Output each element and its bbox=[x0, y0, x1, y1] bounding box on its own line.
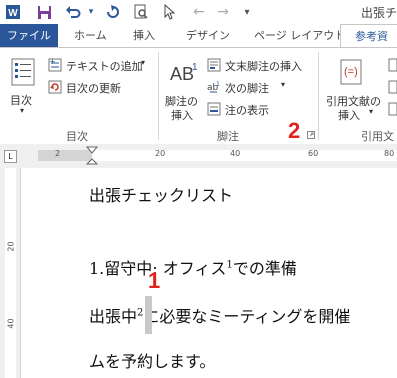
next-footnote-icon: ab 1 bbox=[207, 80, 221, 97]
pointer-mode-icon[interactable] bbox=[160, 3, 178, 21]
footnote-ab-superscript: 1 bbox=[192, 62, 198, 73]
save-icon[interactable] bbox=[35, 3, 53, 21]
table-of-contents-icon[interactable] bbox=[11, 58, 35, 89]
manage-sources-icon[interactable] bbox=[388, 58, 397, 75]
redo-icon[interactable] bbox=[104, 3, 122, 21]
svg-text:(=): (=) bbox=[344, 66, 358, 78]
add-text-dropdown-icon[interactable]: ▾ bbox=[141, 58, 145, 67]
vertical-ruler[interactable]: 20 40 bbox=[0, 168, 21, 378]
ribbon-tabs: ファイル ホーム 挿入 デザイン ページ レイアウト 参考資 bbox=[0, 24, 397, 48]
window-title: 出張チ bbox=[360, 6, 397, 20]
print-preview-icon[interactable] bbox=[132, 3, 150, 21]
insert-citation-icon[interactable]: (=) bbox=[338, 58, 366, 91]
vruler-text-area bbox=[5, 168, 16, 378]
word-app-icon: W bbox=[4, 3, 22, 21]
body-text-a: 出張中 bbox=[89, 307, 138, 326]
horizontal-ruler[interactable]: L 2 20 40 60 80 bbox=[0, 144, 397, 169]
tab-file[interactable]: ファイル bbox=[0, 24, 58, 48]
group-label-toc: 目次 bbox=[66, 130, 88, 143]
tab-references[interactable]: 参考資 bbox=[340, 24, 397, 48]
insert-footnote-line2[interactable]: 挿入 bbox=[171, 107, 193, 123]
vruler-number: 20 bbox=[6, 241, 16, 252]
ruler-number: 60 bbox=[308, 149, 319, 158]
ruler-number: 2 bbox=[55, 149, 61, 158]
vruler-number: 40 bbox=[6, 318, 16, 329]
group-label-citations: 引用文 bbox=[361, 130, 394, 143]
group-label-footnotes: 脚注 bbox=[217, 130, 239, 143]
ruler-text-area bbox=[92, 150, 397, 161]
endnote-icon bbox=[207, 58, 221, 75]
svg-text:W: W bbox=[8, 8, 18, 19]
footnote-ab-glyph: AB bbox=[170, 64, 194, 84]
insert-footnote-icon[interactable]: AB 1 bbox=[170, 60, 200, 91]
toc-dropdown-icon[interactable]: ▾ bbox=[20, 106, 24, 115]
annotation-marker-2: 2 bbox=[288, 118, 301, 143]
ruler-number: 80 bbox=[384, 149, 395, 158]
undo-dropdown-icon[interactable]: ▾ bbox=[82, 3, 100, 21]
annotation-marker-1: 1 bbox=[148, 268, 161, 293]
undo-icon[interactable] bbox=[64, 3, 82, 21]
svg-text:+: + bbox=[49, 58, 56, 66]
forward-icon[interactable]: → bbox=[214, 3, 232, 21]
insert-citation-dropdown-icon[interactable]: ▾ bbox=[369, 107, 373, 116]
tab-insert[interactable]: 挿入 bbox=[133, 24, 155, 48]
footnotes-dialog-launcher-icon[interactable] bbox=[307, 129, 315, 142]
insert-citation-line2[interactable]: 挿入 bbox=[338, 107, 360, 123]
tab-selector-icon[interactable]: L bbox=[4, 150, 17, 163]
add-text-button[interactable]: テキストの追加 bbox=[66, 58, 143, 74]
show-notes-button[interactable]: 注の表示 bbox=[225, 102, 269, 118]
first-line-indent-icon[interactable] bbox=[85, 144, 99, 157]
document-title: 出張チェックリスト bbox=[89, 186, 234, 205]
item1-tail: での準備 bbox=[232, 259, 297, 278]
next-footnote-button[interactable]: 次の脚注 bbox=[225, 80, 269, 96]
add-text-icon: + bbox=[48, 57, 62, 75]
body-paragraph-line-2: ムを予約します。 bbox=[89, 352, 216, 371]
tab-page-layout[interactable]: ページ レイアウト bbox=[254, 24, 345, 48]
bibliography-icon[interactable] bbox=[388, 102, 397, 119]
svg-text:1: 1 bbox=[216, 81, 220, 88]
checklist-item-1: 1.留守中: オフィス1での準備 bbox=[89, 255, 297, 279]
update-table-button[interactable]: 目次の更新 bbox=[66, 80, 121, 96]
text-cursor-highlight bbox=[145, 296, 152, 334]
back-icon[interactable]: ← bbox=[190, 3, 208, 21]
next-footnote-dropdown-icon[interactable]: ▾ bbox=[281, 80, 285, 89]
style-icon[interactable] bbox=[388, 80, 397, 97]
document-page[interactable]: 出張チェックリスト 1.留守中: オフィス1での準備 出張中2に必要なミーティン… bbox=[21, 168, 397, 378]
ruler-number: 40 bbox=[230, 149, 241, 158]
ribbon-divider bbox=[158, 52, 159, 140]
show-notes-icon bbox=[207, 102, 221, 119]
ruler-margin bbox=[38, 150, 92, 161]
body-text-b: に必要なミーティングを開催 bbox=[143, 307, 351, 326]
tab-design[interactable]: デザイン bbox=[186, 24, 230, 48]
ribbon-divider bbox=[318, 52, 319, 140]
body-paragraph-line-1: 出張中2に必要なミーティングを開催 bbox=[89, 303, 350, 327]
ruler-number: 20 bbox=[155, 149, 166, 158]
insert-endnote-button[interactable]: 文末脚注の挿入 bbox=[225, 58, 302, 74]
customize-qat-icon[interactable]: ▾ bbox=[238, 3, 256, 21]
quick-access-toolbar: W ▾ ← → ▾ 出張チ bbox=[0, 0, 397, 24]
update-table-icon bbox=[48, 80, 62, 97]
tab-home[interactable]: ホーム bbox=[74, 24, 107, 48]
